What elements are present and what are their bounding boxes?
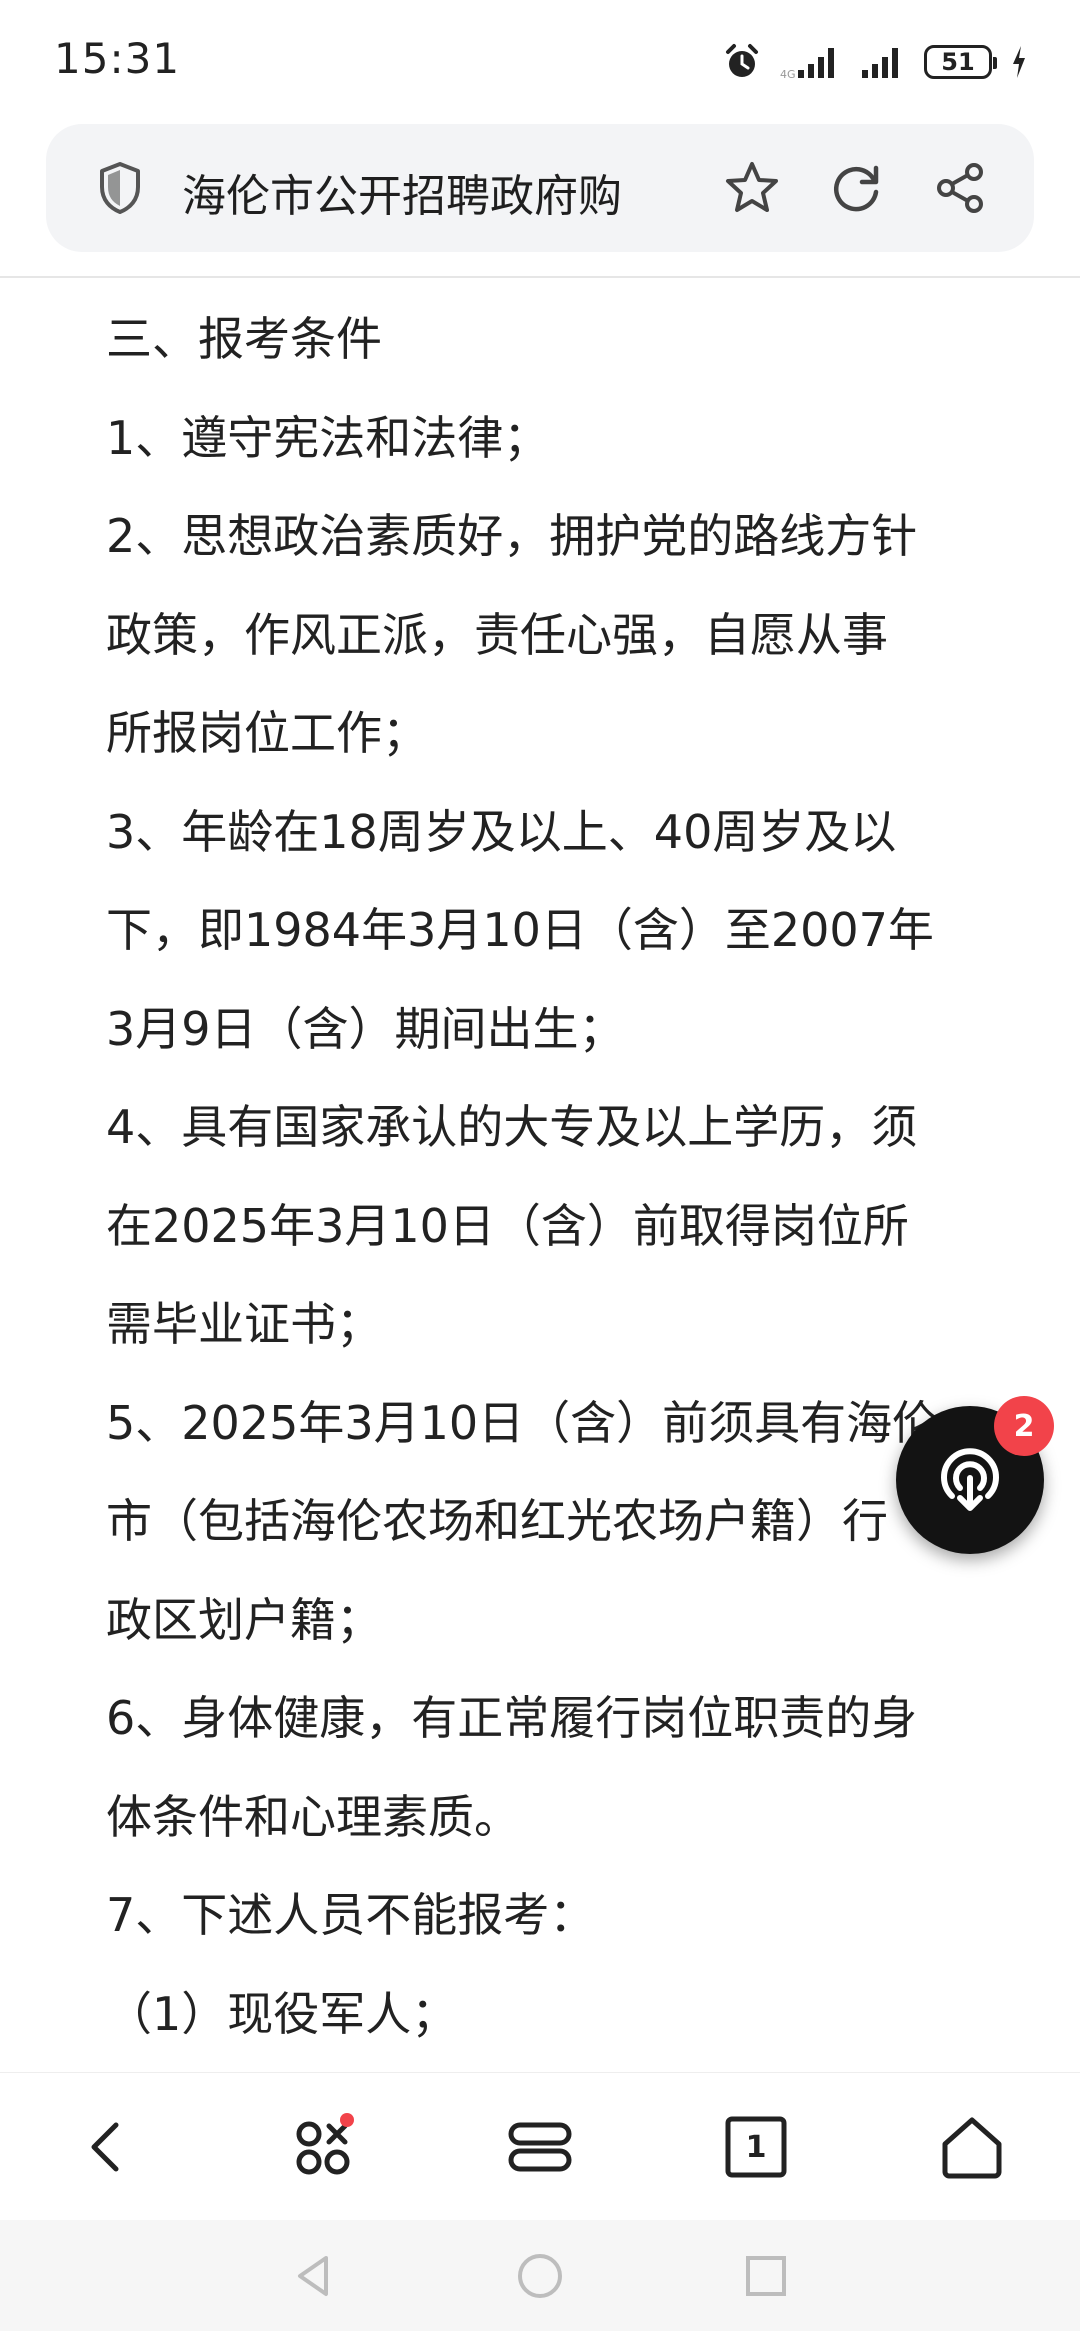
article-line: 5、2025年3月10日（含）前须具有海伦 bbox=[106, 1395, 939, 1450]
article-line: 需毕业证书； bbox=[106, 1297, 382, 1351]
shield-icon[interactable] bbox=[96, 160, 144, 216]
tabs-count: 1 bbox=[745, 2129, 767, 2165]
signal-1-icon: 4G bbox=[780, 48, 834, 80]
article-line: 6、身体健康，有正常履行岗位职责的身 bbox=[106, 1691, 918, 1745]
article-line: 3、年龄在18周岁及以上、40周岁及以 bbox=[106, 804, 897, 859]
battery-level: 51 bbox=[941, 48, 975, 76]
share-icon bbox=[937, 163, 983, 213]
article-line: 7、下述人员不能报考： bbox=[106, 1888, 596, 1942]
bottom-toolbar: 1 bbox=[0, 2072, 1080, 2221]
refresh-icon bbox=[834, 165, 879, 212]
article-line: 2、思想政治素质好，拥护党的路线方针 bbox=[106, 509, 918, 563]
article-line: 下，即1984年3月10日（含）至2007年 bbox=[106, 903, 934, 957]
nav-recents-icon bbox=[746, 2256, 786, 2296]
nav-back-icon bbox=[298, 2256, 328, 2296]
charging-icon bbox=[1013, 46, 1025, 78]
refresh-button[interactable] bbox=[822, 154, 890, 222]
article-line: 政策，作风正派，责任心强，自愿从事 bbox=[106, 607, 888, 662]
article-line: 3月9日（含）期间出生； bbox=[106, 1001, 625, 1056]
article-line: 1、遵守宪法和法律； bbox=[106, 410, 550, 465]
tabs-button[interactable]: 1 bbox=[716, 2107, 796, 2187]
home-icon bbox=[942, 2117, 1002, 2179]
address-bar[interactable]: 海伦市公开招聘政府购 bbox=[46, 124, 1034, 252]
article-line: 政区划户籍； bbox=[106, 1592, 382, 1647]
status-icons: 4G 51 bbox=[722, 40, 1028, 84]
back-icon bbox=[91, 2122, 119, 2172]
system-nav-bar bbox=[0, 2220, 1080, 2331]
podcast-icon bbox=[941, 1448, 999, 1511]
article-line: 体条件和心理素质。 bbox=[106, 1789, 520, 1844]
status-time: 15:31 bbox=[54, 34, 181, 83]
page-title[interactable]: 海伦市公开招聘政府购 bbox=[182, 160, 702, 224]
system-back-button[interactable] bbox=[284, 2246, 344, 2306]
article-line: 所报岗位工作； bbox=[106, 706, 428, 760]
article-content: 三、报考条件 1、遵守宪法和法律； 2、思想政治素质好，拥护党的路线方针 政策，… bbox=[106, 290, 986, 2063]
battery-icon: 51 bbox=[924, 45, 997, 79]
article-line: 市（包括海伦农场和红光农场户籍）行 bbox=[106, 1494, 888, 1548]
svg-text:4G: 4G bbox=[780, 68, 796, 80]
back-button[interactable] bbox=[68, 2107, 148, 2187]
share-button[interactable] bbox=[926, 154, 994, 222]
apps-icon bbox=[296, 2113, 354, 2175]
listen-badge: 2 bbox=[994, 1396, 1054, 1456]
menu-button[interactable] bbox=[500, 2107, 580, 2187]
alarm-icon bbox=[726, 44, 758, 77]
article-line: 在2025年3月10日（含）前取得岗位所 bbox=[106, 1198, 909, 1253]
signal-2-icon bbox=[862, 48, 898, 78]
star-icon bbox=[726, 162, 778, 212]
browser-screen: 15:31 4G 51 海伦市公开招聘政府购 三、报考条件 1、遵守宪法和法律；… bbox=[0, 0, 1080, 2331]
bookmark-button[interactable] bbox=[718, 154, 786, 222]
status-bar: 15:31 4G 51 bbox=[0, 0, 1080, 120]
menu-icon bbox=[508, 2122, 572, 2172]
home-button[interactable] bbox=[932, 2107, 1012, 2187]
apps-button[interactable] bbox=[284, 2107, 364, 2187]
article-line: 三、报考条件 bbox=[106, 312, 382, 366]
nav-home-icon bbox=[518, 2254, 562, 2298]
system-recents-button[interactable] bbox=[736, 2246, 796, 2306]
article-line: 4、具有国家承认的大专及以上学历，须 bbox=[106, 1100, 918, 1154]
address-divider bbox=[0, 276, 1080, 278]
system-home-button[interactable] bbox=[510, 2246, 570, 2306]
article-line: （1）现役军人； bbox=[106, 1986, 458, 2041]
